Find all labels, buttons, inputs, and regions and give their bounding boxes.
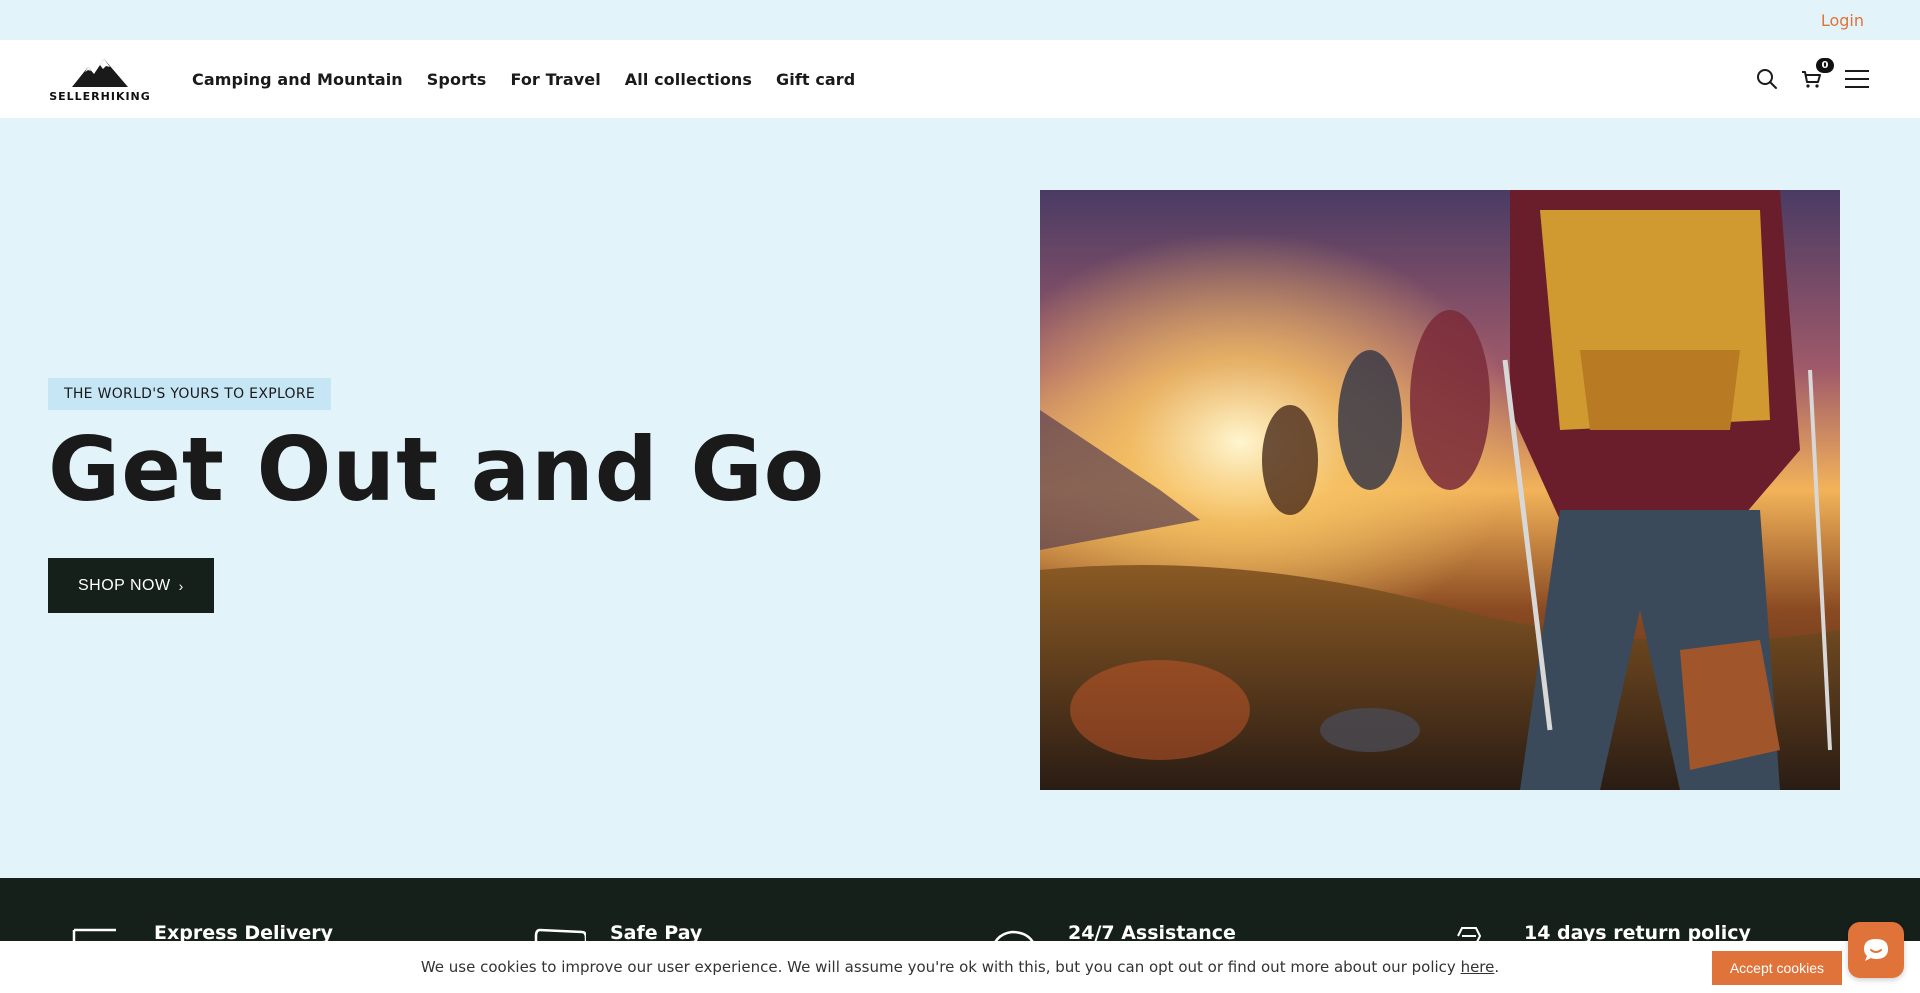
accept-cookies-button[interactable]: Accept cookies <box>1711 951 1842 985</box>
mountain-logo-icon <box>72 59 128 87</box>
cookie-suffix: . <box>1494 958 1500 976</box>
menu-button[interactable] <box>1842 66 1872 92</box>
cookie-policy-link[interactable]: here <box>1461 958 1495 976</box>
hero-section: THE WORLD'S YOURS TO EXPLORE Get Out and… <box>0 118 1920 877</box>
hero-eyebrow: THE WORLD'S YOURS TO EXPLORE <box>48 378 332 410</box>
header-icons: 0 <box>1754 40 1872 118</box>
main-nav: Camping and Mountain Sports For Travel A… <box>192 70 879 89</box>
cookie-message: We use cookies to improve our user exper… <box>421 958 1499 976</box>
chat-button[interactable] <box>1848 922 1904 978</box>
shop-now-label: SHOP NOW <box>78 576 171 594</box>
site-header: SELLERHIKING Camping and Mountain Sports… <box>0 40 1920 118</box>
chevron-right-icon: › <box>178 577 184 594</box>
hero-title: Get Out and Go <box>48 418 826 521</box>
menu-icon <box>1845 70 1869 88</box>
hero-content: THE WORLD'S YOURS TO EXPLORE Get Out and… <box>48 378 825 613</box>
logo-text: SELLERHIKING <box>49 90 151 103</box>
login-link[interactable]: Login <box>1821 11 1864 30</box>
hero-image <box>1040 190 1840 790</box>
logo[interactable]: SELLERHIKING <box>48 57 152 103</box>
search-icon <box>1757 69 1777 89</box>
cookie-banner: We use cookies to improve our user exper… <box>0 941 1920 993</box>
hikers-sunset-image <box>1040 190 1840 790</box>
search-button[interactable] <box>1754 66 1780 92</box>
nav-item-travel[interactable]: For Travel <box>510 70 600 89</box>
cart-button[interactable]: 0 <box>1798 58 1834 92</box>
cart-count-badge: 0 <box>1816 58 1834 73</box>
nav-item-gift-card[interactable]: Gift card <box>776 70 855 89</box>
nav-item-sports[interactable]: Sports <box>427 70 487 89</box>
nav-item-camping[interactable]: Camping and Mountain <box>192 70 403 89</box>
nav-item-all-collections[interactable]: All collections <box>625 70 752 89</box>
cookie-text: We use cookies to improve our user exper… <box>420 958 1461 976</box>
chat-icon <box>1864 939 1888 961</box>
shop-now-button[interactable]: SHOP NOW › <box>48 558 214 613</box>
top-bar: Login <box>0 0 1920 40</box>
